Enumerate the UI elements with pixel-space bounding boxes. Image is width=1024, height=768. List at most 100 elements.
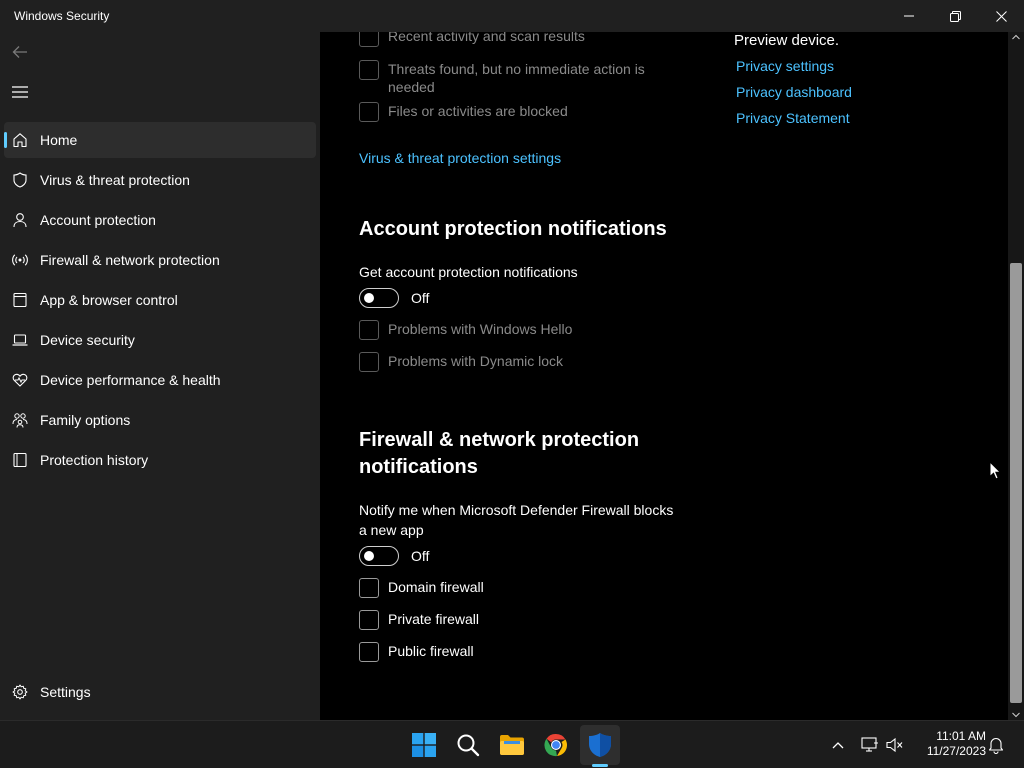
close-icon: [995, 10, 1007, 22]
windows-security-taskbar-button[interactable]: [580, 725, 620, 765]
main-content: Recent activity and scan results Threats…: [320, 32, 1008, 720]
restore-icon: [949, 10, 961, 22]
speaker-muted-icon: [886, 737, 903, 753]
notifications-button[interactable]: [986, 735, 1006, 755]
account-toggle-label: Get account protection notifications: [359, 264, 578, 280]
toggle-knob: [364, 551, 374, 561]
sidebar-item-firewall[interactable]: Firewall & network protection: [4, 242, 316, 278]
back-arrow-icon: [12, 46, 27, 58]
checkbox-label: Problems with Windows Hello: [388, 321, 573, 337]
checkbox-box[interactable]: [359, 32, 379, 47]
checkbox-box[interactable]: [359, 60, 379, 80]
chrome-button[interactable]: [536, 725, 576, 765]
sidebar-item-label: Virus & threat protection: [40, 172, 190, 188]
sidebar-item-label: Protection history: [40, 452, 149, 468]
checkbox-domain-firewall[interactable]: Domain firewall: [359, 578, 678, 598]
clock-date: 11/27/2023: [926, 744, 986, 758]
person-icon: [12, 212, 28, 228]
sidebar-item-label: Firewall & network protection: [40, 252, 220, 268]
checkbox-label: Problems with Dynamic lock: [388, 353, 564, 369]
checkbox-recent-activity[interactable]: Recent activity and scan results: [359, 32, 678, 47]
checkbox-label: Domain firewall: [388, 579, 484, 595]
checkbox-files-blocked[interactable]: Files or activities are blocked: [359, 102, 678, 122]
search-button[interactable]: [448, 725, 488, 765]
firewall-notifications-heading: Firewall & network protection notificati…: [359, 429, 640, 478]
family-icon: [12, 412, 28, 428]
checkbox-label: Public firewall: [388, 643, 474, 659]
checkbox-label: Files or activities are blocked: [388, 103, 568, 119]
checkbox-box[interactable]: [359, 642, 379, 662]
checkbox-threats-found[interactable]: Threats found, but no immediate action i…: [359, 60, 678, 96]
scroll-up-arrow-icon[interactable]: [1012, 34, 1020, 40]
title-bar: Windows Security: [0, 0, 1024, 32]
checkbox-dynamic-lock[interactable]: Problems with Dynamic lock: [359, 352, 678, 372]
sidebar-item-app-browser[interactable]: App & browser control: [4, 282, 316, 318]
checkbox-box[interactable]: [359, 102, 379, 122]
taskbar: 11:01 AM 11/27/2023: [0, 720, 1024, 768]
sidebar-item-label: App & browser control: [40, 292, 178, 308]
privacy-statement-link[interactable]: Privacy Statement: [736, 110, 850, 126]
account-notifications-toggle[interactable]: [359, 288, 399, 308]
close-button[interactable]: [978, 0, 1024, 32]
checkbox-private-firewall[interactable]: Private firewall: [359, 610, 678, 630]
checkbox-label: Recent activity and scan results: [388, 32, 585, 44]
sidebar-item-virus-threat[interactable]: Virus & threat protection: [4, 162, 316, 198]
account-notifications-toggle-row[interactable]: Off: [359, 288, 429, 308]
start-button[interactable]: [404, 725, 444, 765]
sidebar-item-label: Account protection: [40, 212, 156, 228]
sidebar-item-family-options[interactable]: Family options: [4, 402, 316, 438]
minimize-button[interactable]: [886, 0, 932, 32]
bell-icon: [988, 738, 1004, 754]
checkbox-box[interactable]: [359, 610, 379, 630]
app-window-icon: [12, 292, 28, 308]
checkbox-label: Threats found, but no immediate action i…: [388, 61, 645, 95]
back-button[interactable]: [8, 40, 32, 64]
firewall-notifications-toggle-row[interactable]: Off: [359, 546, 429, 566]
preview-device-text: Preview device.: [734, 32, 840, 49]
sidebar-item-label: Settings: [40, 684, 91, 700]
firewall-toggle-label: Notify me when Microsoft Defender Firewa…: [359, 502, 674, 538]
sidebar-item-settings[interactable]: Settings: [4, 674, 316, 710]
toggle-state-text: Off: [411, 548, 430, 564]
vertical-scrollbar[interactable]: [1008, 32, 1024, 720]
checkbox-box[interactable]: [359, 320, 379, 340]
window-title: Windows Security: [14, 9, 110, 23]
sidebar-item-device-performance[interactable]: Device performance & health: [4, 362, 316, 398]
sidebar-item-label: Device security: [40, 332, 135, 348]
privacy-settings-link[interactable]: Privacy settings: [736, 58, 834, 74]
restore-button[interactable]: [932, 0, 978, 32]
sidebar-item-home[interactable]: Home: [4, 122, 316, 158]
sidebar-item-protection-history[interactable]: Protection history: [4, 442, 316, 478]
windows-security-shield-icon: [589, 733, 611, 757]
checkbox-public-firewall[interactable]: Public firewall: [359, 642, 678, 662]
scroll-down-arrow-icon[interactable]: [1012, 712, 1020, 718]
checkbox-box[interactable]: [359, 352, 379, 372]
taskbar-clock[interactable]: 11:01 AM 11/27/2023: [914, 729, 986, 759]
toggle-knob: [364, 293, 374, 303]
mouse-cursor-icon: [989, 461, 1001, 480]
file-explorer-button[interactable]: [492, 725, 532, 765]
clock-time: 11:01 AM: [936, 729, 986, 743]
folder-icon: [500, 735, 524, 755]
sidebar-item-label: Family options: [40, 412, 131, 428]
virus-threat-settings-link[interactable]: Virus & threat protection settings: [359, 150, 561, 166]
volume-button[interactable]: [885, 735, 905, 755]
home-icon: [12, 132, 28, 148]
show-hidden-icons-button[interactable]: [828, 735, 848, 755]
toggle-state-text: Off: [411, 290, 430, 306]
privacy-dashboard-link[interactable]: Privacy dashboard: [736, 84, 852, 100]
menu-toggle-button[interactable]: [8, 80, 32, 104]
sidebar-item-label: Device performance & health: [40, 372, 221, 388]
scrollbar-thumb[interactable]: [1010, 263, 1022, 703]
sidebar-item-account-protection[interactable]: Account protection: [4, 202, 316, 238]
checkbox-windows-hello[interactable]: Problems with Windows Hello: [359, 320, 678, 340]
sidebar-item-label: Home: [40, 132, 78, 148]
gear-icon: [12, 684, 28, 700]
wireless-icon: [12, 252, 28, 268]
laptop-icon: [12, 332, 28, 348]
checkbox-box[interactable]: [359, 578, 379, 598]
firewall-notifications-toggle[interactable]: [359, 546, 399, 566]
network-button[interactable]: [860, 735, 880, 755]
selected-indicator: [4, 132, 7, 148]
sidebar-item-device-security[interactable]: Device security: [4, 322, 316, 358]
